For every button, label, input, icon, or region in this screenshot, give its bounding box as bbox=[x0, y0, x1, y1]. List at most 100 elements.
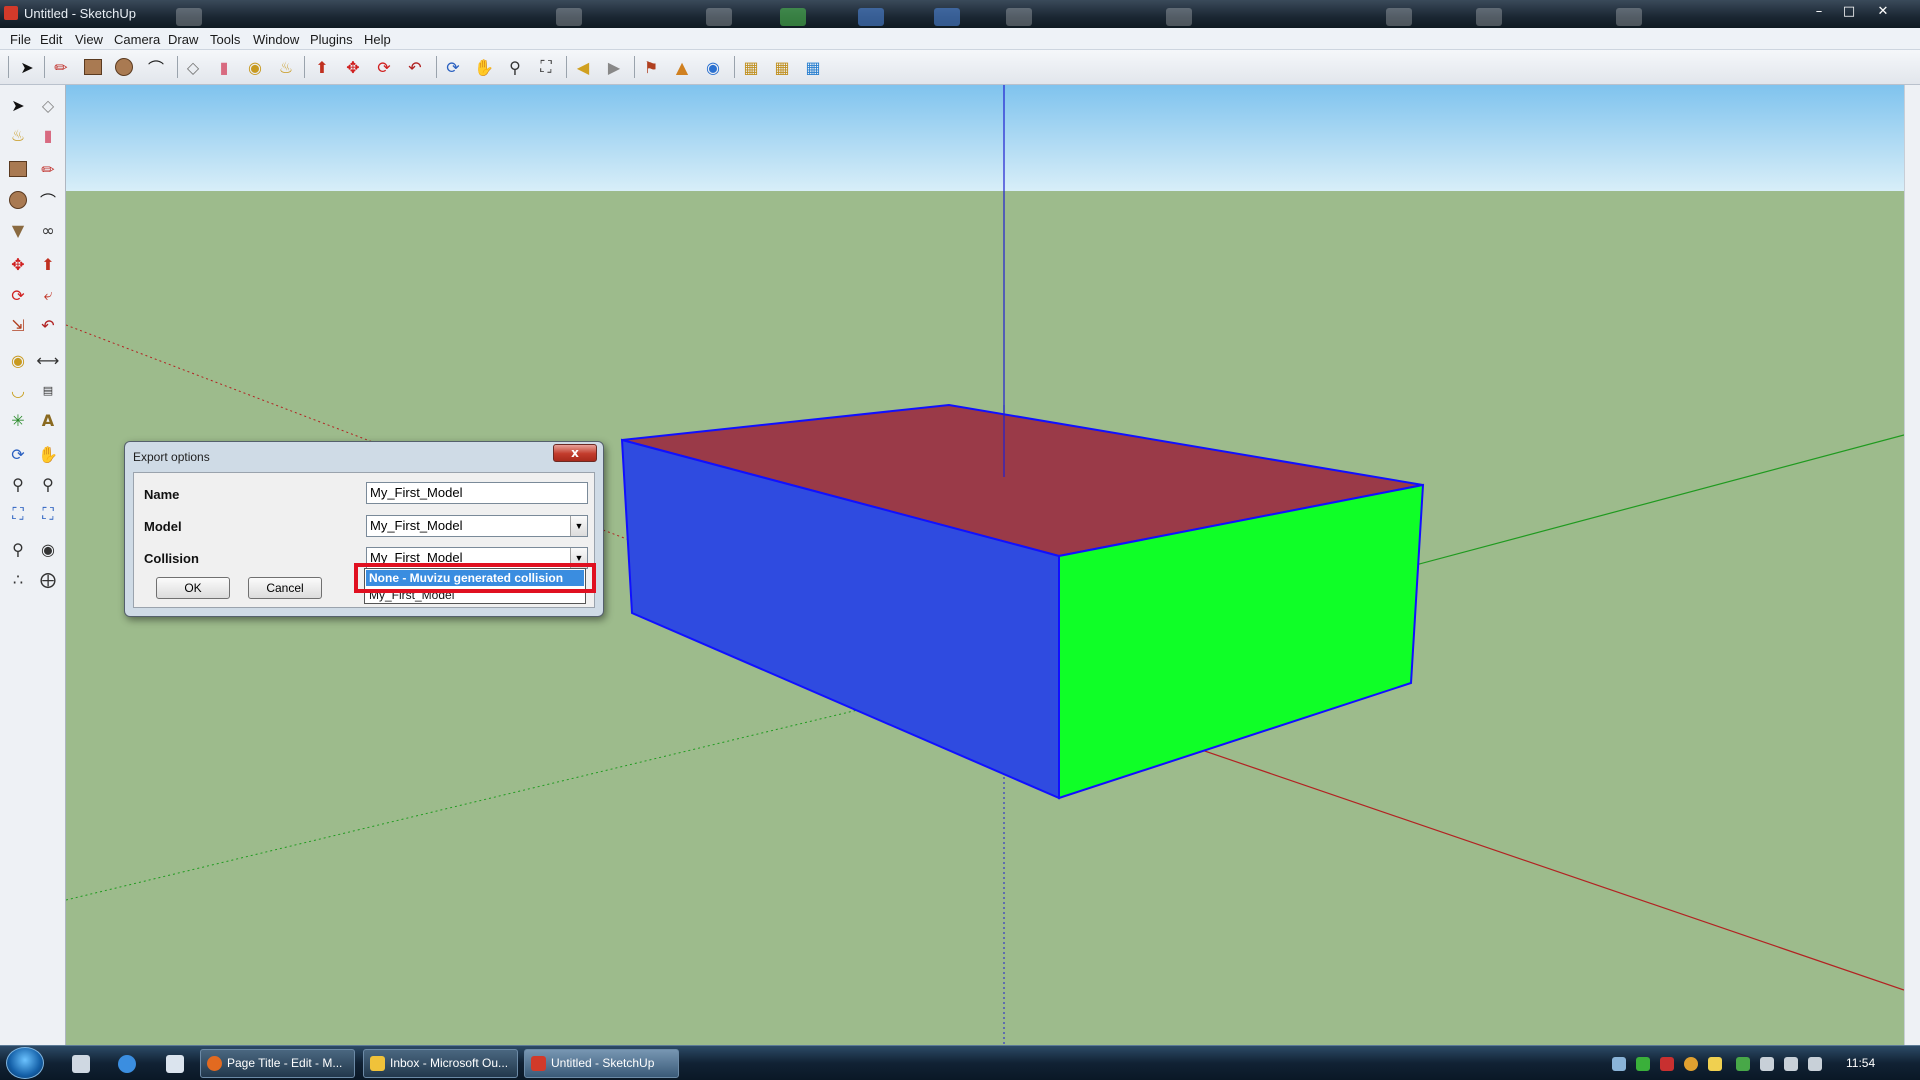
paint-bucket-icon[interactable]: ♨ bbox=[273, 54, 299, 80]
menu-window[interactable]: Window bbox=[253, 32, 299, 47]
pan-icon[interactable]: ✋ bbox=[471, 54, 497, 80]
eraser-icon[interactable]: ▮ bbox=[34, 121, 62, 149]
task-page-title[interactable]: Page Title - Edit - M... bbox=[200, 1049, 355, 1078]
walk-icon[interactable]: ∴ bbox=[4, 565, 32, 593]
zoom-icon[interactable]: ⚲ bbox=[4, 470, 32, 498]
share-component-icon[interactable]: ▦ bbox=[800, 54, 826, 80]
protractor-icon[interactable]: ◡ bbox=[4, 376, 32, 404]
taskbar-clock[interactable]: 11:54 bbox=[1846, 1056, 1875, 1070]
tray-monitor-icon[interactable] bbox=[1760, 1057, 1774, 1071]
freehand-icon[interactable]: ∞ bbox=[34, 216, 62, 244]
scale-icon[interactable]: ⇲ bbox=[4, 311, 32, 339]
add-location-icon[interactable]: ⚑ bbox=[638, 54, 664, 80]
toggle-terrain-icon[interactable]: ▲ bbox=[669, 54, 695, 80]
axes-icon[interactable]: ✳ bbox=[4, 406, 32, 434]
menu-camera[interactable]: Camera bbox=[114, 32, 160, 47]
arc-icon[interactable]: ⌒ bbox=[143, 54, 169, 80]
previous-icon[interactable]: ⛶ bbox=[34, 500, 62, 528]
menu-file[interactable]: File bbox=[10, 32, 31, 47]
minimize-button[interactable]: – bbox=[1802, 2, 1836, 22]
arc-icon[interactable]: ⌒ bbox=[34, 186, 62, 214]
collision-label: Collision bbox=[144, 551, 199, 566]
right-scroll-edge bbox=[1904, 85, 1920, 1045]
tray-update-icon[interactable] bbox=[1684, 1057, 1698, 1071]
select-icon[interactable]: ➤ bbox=[4, 91, 32, 119]
menu-tools[interactable]: Tools bbox=[210, 32, 240, 47]
eraser-icon[interactable]: ▮ bbox=[211, 54, 237, 80]
dimension-icon[interactable]: ⟷ bbox=[34, 346, 62, 374]
move-icon[interactable]: ✥ bbox=[4, 250, 32, 278]
tray-folder-icon[interactable] bbox=[1708, 1057, 1722, 1071]
task-sketchup[interactable]: Untitled - SketchUp bbox=[524, 1049, 679, 1078]
tray-network-icon[interactable] bbox=[1736, 1057, 1750, 1071]
section-plane-icon[interactable]: ⨁ bbox=[34, 565, 62, 593]
rectangle-icon[interactable] bbox=[4, 155, 32, 183]
pencil-icon[interactable]: ✏ bbox=[48, 54, 74, 80]
sketchup-icon bbox=[531, 1056, 546, 1071]
orbit-icon[interactable]: ⟳ bbox=[440, 54, 466, 80]
share-model-icon[interactable]: ▦ bbox=[769, 54, 795, 80]
circle-icon[interactable] bbox=[111, 54, 137, 80]
tray-power-icon[interactable] bbox=[1808, 1057, 1822, 1071]
chevron-down-icon[interactable]: ▼ bbox=[570, 516, 587, 536]
dialog-close-button[interactable]: x bbox=[553, 444, 597, 462]
menu-help[interactable]: Help bbox=[364, 32, 391, 47]
task-inbox[interactable]: Inbox - Microsoft Ou... bbox=[363, 1049, 518, 1078]
menu-draw[interactable]: Draw bbox=[168, 32, 198, 47]
follow-me-icon[interactable]: ⤶ bbox=[34, 281, 62, 309]
next-view-icon[interactable]: ▶ bbox=[601, 54, 627, 80]
cancel-button[interactable]: Cancel bbox=[248, 577, 322, 599]
offset-icon[interactable]: ↶ bbox=[402, 54, 428, 80]
model-select[interactable]: My_First_Model ▼ bbox=[366, 515, 588, 537]
tray-volume-icon[interactable] bbox=[1784, 1057, 1798, 1071]
switch-windows-icon[interactable] bbox=[166, 1055, 184, 1073]
tray-icon[interactable] bbox=[1612, 1057, 1626, 1071]
firefox-icon bbox=[207, 1056, 222, 1071]
circle-icon[interactable] bbox=[4, 186, 32, 214]
menu-view[interactable]: View bbox=[75, 32, 103, 47]
get-models-icon[interactable]: ▦ bbox=[738, 54, 764, 80]
zoom-icon[interactable]: ⚲ bbox=[502, 54, 528, 80]
name-input[interactable]: My_First_Model bbox=[366, 482, 588, 504]
close-window-button[interactable]: ✕ bbox=[1866, 2, 1900, 22]
offset-icon[interactable]: ↶ bbox=[34, 311, 62, 339]
paint-bucket-icon[interactable]: ♨ bbox=[4, 121, 32, 149]
position-camera-icon[interactable]: ⚲ bbox=[4, 535, 32, 563]
tray-pdf-icon[interactable] bbox=[1660, 1057, 1674, 1071]
tape-measure-icon[interactable]: ◉ bbox=[242, 54, 268, 80]
zoom-window-icon[interactable]: ⚲ bbox=[34, 470, 62, 498]
look-around-icon[interactable]: ◉ bbox=[34, 535, 62, 563]
tape-measure-icon[interactable]: ◉ bbox=[4, 346, 32, 374]
rotate-icon[interactable]: ⟳ bbox=[371, 54, 397, 80]
zoom-extents-icon[interactable]: ⛶ bbox=[4, 500, 32, 528]
start-button[interactable] bbox=[6, 1047, 44, 1079]
make-component-icon[interactable]: ◇ bbox=[34, 91, 62, 119]
pan-icon[interactable]: ✋ bbox=[34, 440, 62, 468]
orbit-icon[interactable]: ⟳ bbox=[4, 440, 32, 468]
menu-edit[interactable]: Edit bbox=[40, 32, 62, 47]
zoom-extents-icon[interactable]: ⛶ bbox=[533, 54, 559, 80]
make-component-icon[interactable]: ◇ bbox=[180, 54, 206, 80]
menu-plugins[interactable]: Plugins bbox=[310, 32, 353, 47]
tray-check-icon[interactable] bbox=[1636, 1057, 1650, 1071]
rotate-icon[interactable]: ⟳ bbox=[4, 281, 32, 309]
show-desktop-icon[interactable] bbox=[72, 1055, 90, 1073]
ok-button[interactable]: OK bbox=[156, 577, 230, 599]
background-desktop-icon bbox=[1166, 8, 1192, 26]
rectangle-icon[interactable] bbox=[80, 54, 106, 80]
maximize-button[interactable]: □ bbox=[1832, 2, 1866, 22]
internet-explorer-icon[interactable] bbox=[118, 1055, 136, 1073]
3d-text-icon[interactable]: A bbox=[34, 406, 62, 434]
select-icon[interactable]: ➤ bbox=[14, 54, 40, 80]
large-tool-set: ➤ ◇ ♨ ▮ ✏ ⌒ ▼ ∞ ✥ ⬆ ⟳ ⤶ ⇲ ↶ ◉ ⟷ ◡ ▤ ✳ A … bbox=[0, 85, 66, 1045]
previous-view-icon[interactable]: ◀ bbox=[570, 54, 596, 80]
google-earth-icon[interactable]: ◉ bbox=[700, 54, 726, 80]
line-icon[interactable]: ✏ bbox=[34, 155, 62, 183]
move-icon[interactable]: ✥ bbox=[340, 54, 366, 80]
push-pull-icon[interactable]: ⬆ bbox=[309, 54, 335, 80]
polygon-icon[interactable]: ▼ bbox=[4, 216, 32, 244]
menu-bar: File Edit View Camera Draw Tools Window … bbox=[0, 28, 1920, 50]
outlook-icon bbox=[370, 1056, 385, 1071]
push-pull-icon[interactable]: ⬆ bbox=[34, 250, 62, 278]
text-icon[interactable]: ▤ bbox=[34, 376, 62, 404]
